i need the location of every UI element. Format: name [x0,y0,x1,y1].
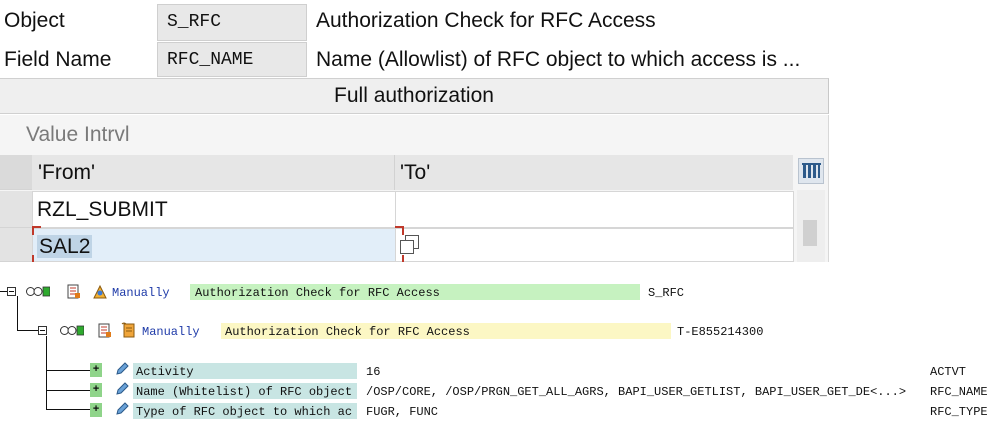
tree-line [17,330,38,331]
field-value-1[interactable]: 16 [366,364,380,380]
status-lights-icon [60,324,85,341]
plus-symbol: + [92,364,100,376]
column-header-from[interactable]: 'From' [32,155,395,190]
interval-to-cell-2[interactable] [395,228,794,262]
child-description: Authorization Check for RFC Access [225,325,470,339]
change-document-icon[interactable] [67,284,81,303]
interval-to-cell-1[interactable] [395,191,794,228]
change-document-icon[interactable] [98,323,112,342]
field-name-value: RFC_NAME [167,50,254,70]
collapse-toggle-root[interactable] [7,287,16,296]
interval-from-value-1: RZL_SUBMIT [37,198,168,221]
field-name-3: Type of RFC object to which ac [136,405,353,419]
interval-from-value-2: SAL2 [37,235,93,258]
child-status-text: Manually [142,325,200,339]
object-label: Object [4,9,65,32]
column-header-from-label: 'From' [38,161,96,184]
field-name-2: Name (Whitelist) of RFC object [136,385,353,399]
tree-line [46,390,90,391]
pencil-icon[interactable] [114,381,130,401]
auth-object-scroll-icon [121,322,137,343]
authorization-tree: Manually Authorization Check for RFC Acc… [0,262,1000,428]
collapse-toggle-child[interactable] [38,326,47,335]
interval-from-cell-1[interactable]: RZL_SUBMIT [32,191,396,228]
column-header-to-label: 'To' [400,161,431,184]
field-value-3[interactable]: FUGR, FUNC [366,404,438,420]
select-all-corner[interactable] [0,155,32,190]
column-header-to[interactable]: 'To' [395,155,793,190]
object-description: Authorization Check for RFC Access [316,9,656,32]
status-lights-icon [26,285,51,302]
column-settings-icon[interactable] [798,158,824,184]
tree-line [17,296,18,331]
pencil-icon[interactable] [114,401,130,421]
plus-symbol: + [92,384,100,396]
root-object-name: S_RFC [648,286,685,300]
field-tech-1: ACTVT [930,365,967,379]
child-object-name: T-E855214300 [677,325,764,339]
field-name-label: Field Name [4,48,112,71]
field-value-2[interactable]: /OSP/CORE, /OSP/PRGN_GET_ALL_AGRS, BAPI_… [366,384,926,400]
auth-class-icon [92,284,108,303]
tree-line [46,336,47,410]
field-tech-3: RFC_TYPE [930,405,988,419]
field-name-field: RFC_NAME [157,42,307,77]
authorization-value-dialog: Object S_RFC Authorization Check for RFC… [0,0,1000,264]
tree-line [46,370,90,371]
expand-field-1[interactable]: + [90,363,102,377]
tree-line [0,291,7,292]
row-selector-2[interactable] [0,228,32,262]
vertical-scrollbar[interactable] [797,190,825,262]
object-field: S_RFC [157,4,307,41]
field-name-1: Activity [136,365,194,379]
plus-symbol: + [92,404,100,416]
full-authorization-button[interactable]: Full authorization [0,78,829,114]
expand-field-2[interactable]: + [90,383,102,397]
interval-from-cell-2[interactable]: SAL2 [32,228,396,262]
field-tech-2: RFC_NAME [930,385,988,399]
multiple-selection-icon[interactable] [399,234,421,261]
value-interval-title: Value Intrvl [26,123,130,146]
object-value: S_RFC [167,12,222,32]
tree-line [46,409,90,410]
scrollbar-thumb[interactable] [803,220,817,246]
expand-field-3[interactable]: + [90,403,102,417]
root-status-text: Manually [112,286,170,300]
field-name-description: Name (Allowlist) of RFC object to which … [316,48,801,71]
row-selector-1[interactable] [0,191,32,228]
pencil-icon[interactable] [114,361,130,381]
root-description: Authorization Check for RFC Access [195,286,440,300]
selection-corner-tl [32,226,41,235]
